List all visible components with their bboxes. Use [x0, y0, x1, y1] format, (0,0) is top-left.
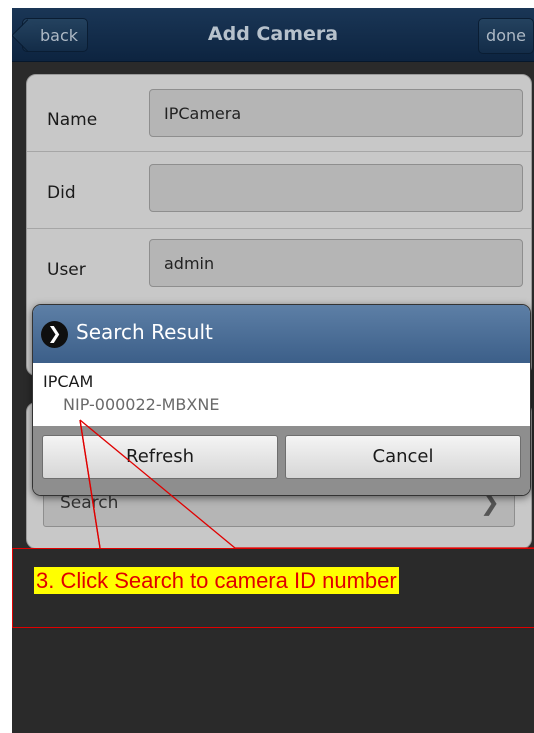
result-camera-name: IPCAM — [43, 372, 94, 391]
dialog-header: ❯ Search Result — [33, 305, 530, 363]
back-button[interactable]: back — [22, 18, 88, 52]
refresh-button[interactable]: Refresh — [42, 435, 278, 479]
name-row: Name IPCamera — [27, 75, 531, 152]
annotation-text: 3. Click Search to camera ID number — [34, 567, 399, 594]
search-label: Search — [60, 493, 119, 513]
did-row: Did — [27, 152, 531, 229]
did-field[interactable] — [149, 164, 523, 212]
search-result-item[interactable]: IPCAM NIP-000022-MBXNE — [33, 363, 530, 426]
name-field[interactable]: IPCamera — [149, 89, 523, 137]
page-title: Add Camera — [207, 23, 339, 45]
result-camera-id: NIP-000022-MBXNE — [63, 395, 220, 414]
user-label: User — [47, 260, 86, 280]
search-result-dialog: ❯ Search Result IPCAM NIP-000022-MBXNE R… — [32, 304, 531, 496]
top-bar: back Add Camera done — [12, 8, 534, 62]
chevron-circle-icon: ❯ — [41, 321, 68, 348]
back-button-label: back — [39, 26, 79, 45]
dialog-footer: Refresh Cancel — [33, 426, 530, 495]
user-row: User admin — [27, 229, 531, 305]
did-label: Did — [47, 183, 76, 203]
user-field[interactable]: admin — [149, 239, 523, 287]
name-label: Name — [47, 110, 98, 130]
dialog-title: Search Result — [76, 320, 213, 344]
cancel-button[interactable]: Cancel — [285, 435, 521, 479]
done-button[interactable]: done — [478, 18, 534, 54]
